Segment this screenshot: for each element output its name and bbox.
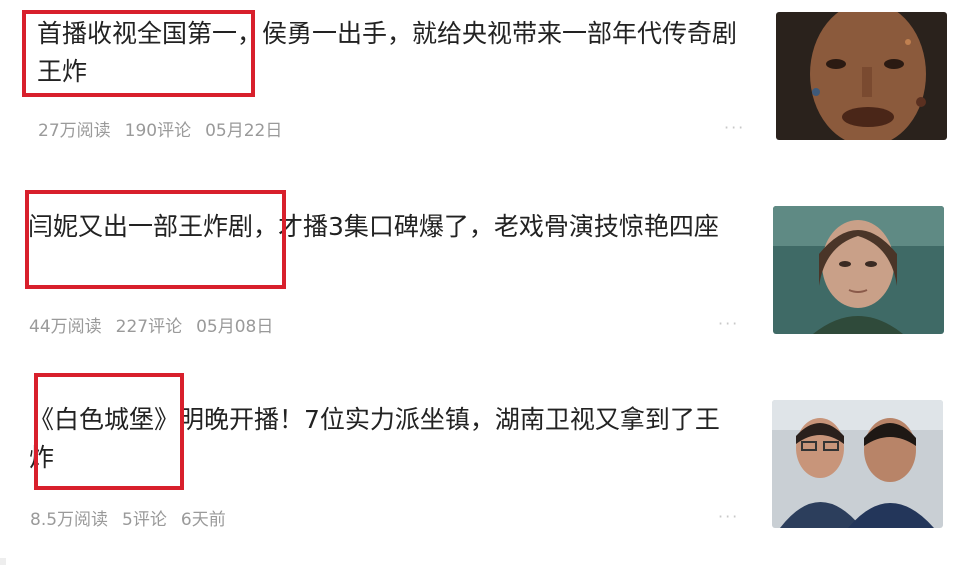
article-title[interactable]: 首播收视全国第一，侯勇一出手，就给央视带来一部年代传奇剧王炸 — [37, 15, 752, 91]
more-options-icon[interactable]: ··· — [718, 507, 739, 526]
page-edge — [0, 558, 6, 565]
read-count: 44万阅读 — [29, 317, 102, 337]
comment-count: 190评论 — [124, 121, 192, 141]
article-thumbnail[interactable] — [773, 206, 944, 334]
actress-portrait-image — [773, 206, 944, 334]
two-doctors-image — [772, 400, 943, 528]
comment-count: 5评论 — [122, 510, 167, 530]
more-options-icon[interactable]: ··· — [718, 314, 739, 333]
article-title[interactable]: 闫妮又出一部王炸剧，才播3集口碑爆了，老戏骨演技惊艳四座 — [28, 208, 743, 246]
article-thumbnail[interactable] — [776, 12, 947, 140]
article-thumbnail[interactable] — [772, 400, 943, 528]
article-meta: 27万阅读 190评论 05月22日 — [38, 116, 282, 141]
article-item[interactable]: 《白色城堡》明晚开播！7位实力派坐镇，湖南卫视又拿到了王炸 8.5万阅读 5评论… — [0, 373, 965, 570]
read-count: 8.5万阅读 — [30, 510, 109, 530]
article-meta: 44万阅读 227评论 05月08日 — [29, 312, 273, 337]
article-meta: 8.5万阅读 5评论 6天前 — [30, 505, 226, 530]
article-item[interactable]: 首播收视全国第一，侯勇一出手，就给央视带来一部年代传奇剧王炸 27万阅读 190… — [0, 0, 965, 190]
comment-count: 227评论 — [115, 317, 183, 337]
publish-date: 05月08日 — [196, 317, 274, 337]
more-options-icon[interactable]: ··· — [724, 118, 745, 137]
article-item[interactable]: 闫妮又出一部王炸剧，才播3集口碑爆了，老戏骨演技惊艳四座 44万阅读 227评论… — [0, 190, 965, 380]
publish-date: 6天前 — [180, 510, 226, 530]
read-count: 27万阅读 — [38, 121, 111, 141]
article-title[interactable]: 《白色城堡》明晚开播！7位实力派坐镇，湖南卫视又拿到了王炸 — [29, 401, 744, 477]
actor-closeup-image — [776, 12, 947, 140]
publish-date: 05月22日 — [205, 121, 283, 141]
